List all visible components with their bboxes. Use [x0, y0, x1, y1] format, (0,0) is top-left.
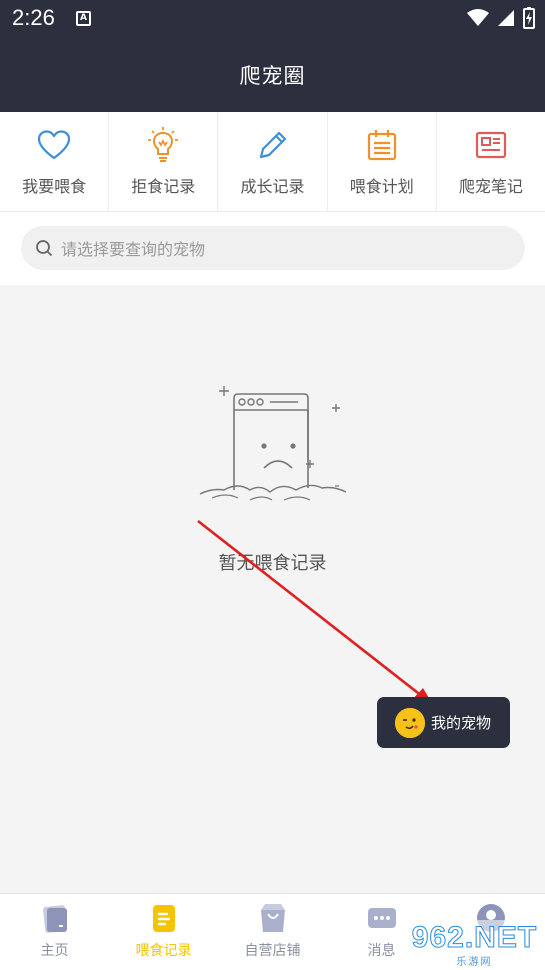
wink-face-icon — [395, 707, 425, 738]
quick-action-label: 拒食记录 — [131, 176, 196, 196]
tab-store[interactable]: 自营店铺 — [218, 894, 327, 970]
pet-search-input[interactable]: 请选择要查询的宠物 — [21, 226, 525, 270]
quick-action-label: 爬宠笔记 — [458, 176, 523, 196]
watermark-main: 962.NET — [411, 920, 538, 954]
status-time: 2:26 — [12, 5, 55, 30]
search-section: 请选择要查询的宠物 — [0, 212, 545, 285]
app-header: 爬宠圈 — [0, 38, 545, 112]
quick-action-feeding-plan[interactable]: 喂食计划 — [328, 112, 437, 211]
my-pets-label: 我的宠物 — [431, 714, 492, 732]
tab-home[interactable]: 主页 — [0, 894, 109, 970]
tab-label: 喂食记录 — [135, 943, 192, 959]
tab-feeding-record[interactable]: 喂食记录 — [109, 894, 218, 970]
wifi-icon — [467, 9, 489, 26]
tab-label: 主页 — [40, 943, 69, 959]
signal-icon — [498, 10, 514, 26]
my-pets-button[interactable]: 我的宠物 — [377, 697, 510, 748]
quick-action-label: 喂食计划 — [349, 176, 414, 196]
quick-action-label: 我要喂食 — [22, 176, 87, 196]
tab-label: 自营店铺 — [244, 943, 301, 959]
shopping-bag-icon — [257, 902, 289, 934]
annotation-arrow — [197, 519, 433, 705]
notes-icon — [473, 127, 509, 163]
lightbulb-icon — [145, 126, 181, 163]
battery-icon — [523, 7, 535, 29]
document-icon — [148, 902, 180, 934]
chat-icon — [366, 902, 398, 934]
home-icon — [39, 902, 71, 934]
status-icons — [467, 7, 535, 29]
notification-a-icon: A — [76, 11, 91, 26]
empty-window-illustration — [199, 386, 347, 501]
watermark-sub: 乐游网 — [456, 956, 493, 968]
search-icon — [35, 239, 53, 257]
page-title: 爬宠圈 — [239, 64, 306, 88]
quick-action-label: 成长记录 — [240, 176, 305, 196]
status-bar: 2:26 A — [0, 0, 545, 38]
search-placeholder: 请选择要查询的宠物 — [61, 240, 206, 259]
calendar-icon — [364, 127, 400, 163]
tab-label: 消息 — [367, 943, 396, 959]
quick-action-feed[interactable]: 我要喂食 — [0, 112, 110, 211]
site-watermark: 962.NET 乐游网 — [404, 920, 545, 970]
pencil-icon — [255, 127, 291, 163]
quick-action-refusal-record[interactable]: 拒食记录 — [109, 112, 219, 211]
quick-action-reptile-notes[interactable]: 爬宠笔记 — [437, 112, 545, 211]
quick-action-growth-record[interactable]: 成长记录 — [218, 112, 328, 211]
heart-icon — [36, 127, 72, 163]
quick-actions: 我要喂食 拒食记录 成长记录 喂食计划 爬宠笔记 — [0, 112, 545, 212]
